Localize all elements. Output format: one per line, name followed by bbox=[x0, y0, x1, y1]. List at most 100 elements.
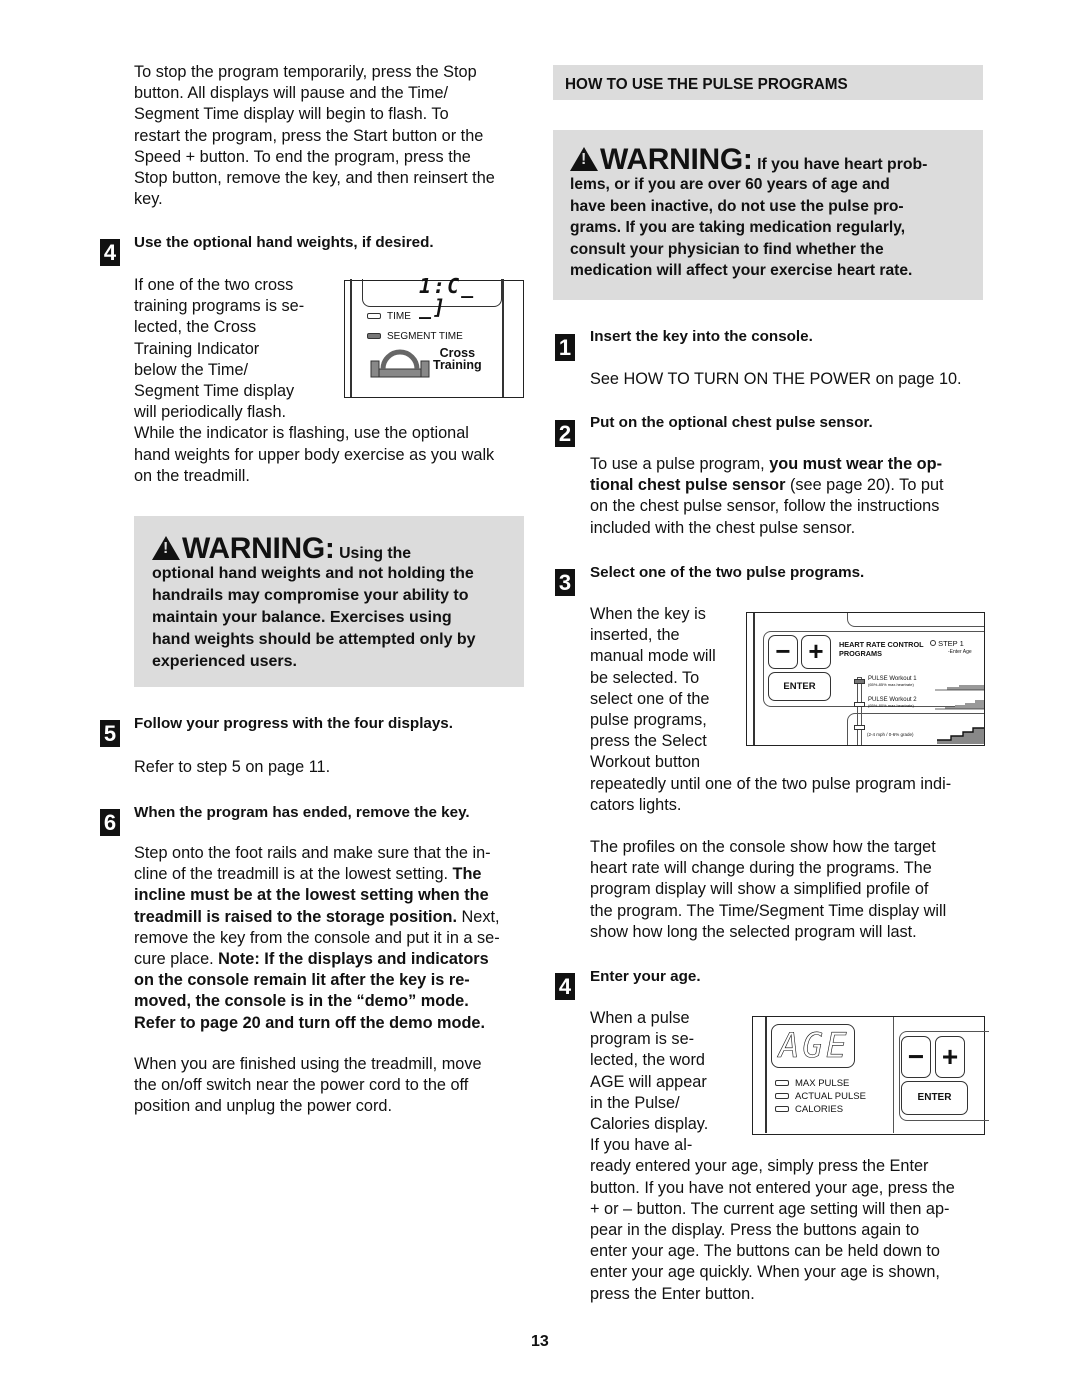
step-number-badge: 6 bbox=[100, 809, 120, 836]
panel-edge bbox=[753, 613, 755, 745]
indicator-light-icon bbox=[775, 1093, 789, 1100]
text-line: show how long the selected program will … bbox=[590, 922, 917, 941]
label-line: Training bbox=[433, 358, 482, 372]
text-run: Step onto the foot rails and make sure t… bbox=[134, 844, 491, 862]
panel-divider bbox=[893, 1017, 895, 1133]
indicator-list: MAX PULSE ACTUAL PULSE CALORIES bbox=[775, 1077, 866, 1116]
text-line: cline of the treadmill is at the lowest … bbox=[134, 864, 500, 885]
text-line: program display will show a simplified p… bbox=[590, 880, 929, 899]
text-line: To use a pulse program, you must wear th… bbox=[590, 454, 944, 475]
workout1-profile-icon bbox=[935, 685, 984, 691]
pulse-warning-box: WARNING: If you have heart prob- lems, o… bbox=[553, 130, 983, 300]
indicator-light-icon bbox=[367, 313, 381, 320]
minus-button[interactable]: − bbox=[901, 1036, 931, 1078]
indicator-light-icon bbox=[775, 1106, 789, 1113]
text-line: enter your age. The buttons can be held … bbox=[590, 1242, 940, 1261]
step-number-badge: 1 bbox=[555, 334, 575, 361]
text-run: (see page 20). To put bbox=[785, 476, 944, 495]
text-line: pear in the display. Press the buttons a… bbox=[590, 1221, 920, 1240]
text-line: on the treadmill. bbox=[134, 466, 250, 485]
indicator-actual-pulse: ACTUAL PULSE bbox=[775, 1090, 866, 1103]
text-line: ready entered your age, simply press the… bbox=[590, 1157, 929, 1176]
text-line: lems, or if you are over 60 years of age… bbox=[570, 176, 890, 193]
step-sublabel: -Enter Age bbox=[948, 649, 972, 655]
bold-text: treadmill is raised to the storage posit… bbox=[134, 907, 457, 926]
indicator-label: TIME bbox=[387, 311, 411, 322]
indicator-label: ACTUAL PULSE bbox=[795, 1091, 866, 1102]
indicator-label: MAX PULSE bbox=[795, 1078, 850, 1089]
warning-triangle-icon bbox=[152, 536, 180, 560]
text-line: moved, the console is in the “demo” mode… bbox=[134, 991, 500, 1012]
step-heading: When the program has ended, remove the k… bbox=[134, 804, 470, 821]
text-line: Stop button, remove the key, and then re… bbox=[134, 169, 495, 188]
bold-text: incline must be at the lowest setting wh… bbox=[134, 886, 489, 905]
cross-training-icon bbox=[370, 349, 430, 378]
plus-button[interactable]: + bbox=[935, 1036, 965, 1078]
step6-paragraph: Step onto the foot rails and make sure t… bbox=[134, 843, 500, 1034]
text-run: Next, bbox=[456, 907, 500, 926]
step-heading: Follow your progress with the four displ… bbox=[134, 715, 453, 732]
workout2-profile-icon bbox=[935, 700, 984, 710]
workout1-indicator-icon[interactable] bbox=[854, 679, 865, 684]
text-line: cure place. Note: If the displays and in… bbox=[134, 949, 500, 970]
enter-button[interactable]: ENTER bbox=[901, 1081, 968, 1115]
lcd-readout: 1:C_ _] bbox=[419, 274, 476, 320]
text-line: + or – button. The current age setting w… bbox=[590, 1199, 950, 1218]
indicator-label: SEGMENT TIME bbox=[387, 331, 463, 342]
step-label: STEP 1 bbox=[938, 639, 964, 648]
step-heading: Put on the optional chest pulse sensor. bbox=[590, 414, 873, 431]
text-line: on the console remain lit after the key … bbox=[134, 970, 500, 991]
step-number-badge: 3 bbox=[555, 569, 575, 596]
workout2-label: PULSE Workout 2 (65%-80% max.heartrate) bbox=[868, 697, 917, 708]
minus-button[interactable]: − bbox=[768, 635, 798, 669]
step-body: Refer to step 5 on page 11. bbox=[134, 758, 331, 776]
text-line: the on/off switch near the power cord to… bbox=[134, 1076, 469, 1095]
lcd-readout: AGE bbox=[779, 1026, 850, 1067]
text-line: Workout button bbox=[590, 753, 701, 772]
bold-text: on the console remain lit after the key … bbox=[134, 971, 470, 990]
indicator-label: CALORIES bbox=[795, 1104, 844, 1115]
text-line: incline must be at the lowest setting wh… bbox=[134, 885, 500, 906]
text-line: hand weights for upper body exercise as … bbox=[134, 445, 495, 464]
manual-profile-icon bbox=[917, 727, 984, 744]
pulse-calories-lcd-display: AGE bbox=[771, 1024, 855, 1068]
step-heading: Use the optional hand weights, if desire… bbox=[134, 234, 434, 251]
page-number: 13 bbox=[531, 1333, 549, 1350]
panel-edge bbox=[502, 279, 504, 397]
indicator-calories: CALORIES bbox=[775, 1103, 866, 1116]
text-line: When you are finished using the treadmil… bbox=[134, 1055, 482, 1073]
text-line: remove the key from the console and put … bbox=[134, 928, 500, 949]
label-line: (65%-80% max.heartrate) bbox=[868, 703, 914, 708]
text-line: While the indicator is flashing, use the… bbox=[134, 424, 469, 443]
text-line: button. If you have not entered your age… bbox=[590, 1178, 955, 1197]
cross-training-console-figure: 1:C_ _] TIME SEGMENT TIME Cross Training bbox=[344, 275, 524, 398]
label-line: PROGRAMS bbox=[839, 648, 882, 658]
text-line: hand weights should be attempted only by bbox=[152, 631, 476, 648]
plus-button[interactable]: + bbox=[801, 635, 831, 669]
text-line: medication will affect your exercise hea… bbox=[570, 262, 913, 280]
text-run: on the chest pulse sensor, follow the in… bbox=[590, 497, 940, 516]
step6-paragraph-2: When you are finished using the treadmil… bbox=[134, 1054, 482, 1118]
workout2-indicator-icon[interactable] bbox=[854, 702, 865, 707]
left-intro-paragraph: To stop the program temporarily, press t… bbox=[134, 62, 495, 210]
text-line: press the Enter button. bbox=[590, 1284, 755, 1303]
text-line: handrails may compromise your ability to bbox=[152, 587, 469, 604]
panel-edge bbox=[765, 1017, 767, 1133]
bold-text: moved, the console is in the “demo” mode… bbox=[134, 992, 469, 1011]
indicator-segment-time: SEGMENT TIME bbox=[367, 331, 463, 343]
text-line: enter your age quickly. When your age is… bbox=[590, 1263, 940, 1282]
step-heading: Insert the key into the console. bbox=[590, 328, 813, 345]
hrc-title: HEART RATE CONTROL PROGRAMS bbox=[839, 640, 924, 658]
text-line: maintain your balance. Exercises using bbox=[152, 609, 452, 626]
text-line: tional chest pulse sensor (see page 20).… bbox=[590, 475, 944, 496]
text-line: Refer to page 20 and turn off the demo m… bbox=[134, 1013, 500, 1034]
enter-button[interactable]: ENTER bbox=[768, 672, 831, 701]
indicator-max-pulse: MAX PULSE bbox=[775, 1077, 866, 1090]
text-line: grams. If you are taking medication regu… bbox=[570, 219, 906, 237]
warning-body: optional hand weights and not holding th… bbox=[152, 563, 476, 673]
warning-subtitle: Using the bbox=[339, 545, 412, 562]
text-line: If you have al- bbox=[590, 1136, 693, 1155]
label-line: (65%-85% max.heartrate) bbox=[868, 682, 914, 687]
bold-text: The bbox=[452, 865, 482, 884]
step-heading: Enter your age. bbox=[590, 968, 701, 985]
